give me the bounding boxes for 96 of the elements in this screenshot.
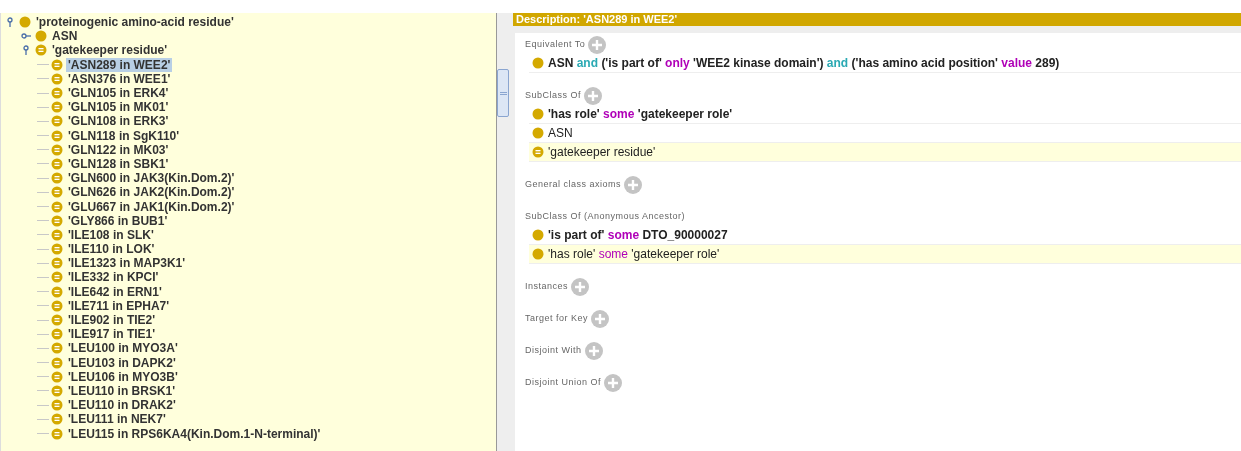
equivalent-class-icon — [51, 58, 63, 71]
expanded-handle-icon[interactable] — [21, 45, 31, 56]
axiom-text: ASN — [548, 125, 573, 142]
tree-item[interactable]: 'ILE917 in TIE1' — [66, 327, 158, 342]
axiom-text: ASN and ('is part of' only 'WEE2 kinase domain') and ('has amino acid position' value 289) — [548, 55, 1060, 72]
tree-item[interactable]: 'GLN105 in ERK4' — [66, 86, 171, 101]
description-header: Description: 'ASN289 in WEE2' — [513, 13, 1241, 26]
tree-item[interactable]: 'LEU115 in RPS6KA4(Kin.Dom.1-N-terminal)' — [66, 426, 323, 441]
section-title: SubClass Of — [525, 89, 582, 103]
tree-item[interactable]: 'GLY866 in BUB1' — [66, 213, 170, 228]
equivalent-class-icon — [51, 285, 63, 298]
tree-item[interactable]: 'LEU110 in DRAK2' — [66, 398, 178, 413]
equivalent-class-icon — [51, 314, 63, 327]
add-button[interactable] — [584, 342, 603, 360]
tree-item[interactable]: 'ASN289 in WEE2' — [66, 57, 173, 72]
tree-item[interactable]: 'gatekeeper residue' — [50, 43, 170, 58]
add-button[interactable] — [588, 36, 607, 54]
section-title: Equivalent To — [525, 38, 586, 52]
tree-item[interactable]: 'GLN626 in JAK2(Kin.Dom.2)' — [66, 185, 237, 200]
equivalent-class-icon — [51, 157, 63, 170]
class-circle-icon — [532, 248, 544, 260]
equivalent-class-icon — [51, 214, 63, 227]
axiom-text: 'gatekeeper residue' — [548, 144, 656, 161]
tree-item[interactable]: 'GLN108 in ERK3' — [66, 114, 171, 129]
tree-item[interactable]: 'ILE110 in LOK' — [66, 242, 157, 257]
section-title: Instances — [525, 280, 569, 294]
tree-item[interactable]: ASN — [50, 29, 80, 44]
add-button[interactable] — [604, 374, 623, 392]
tree-item[interactable]: 'GLN105 in MK01' — [66, 100, 171, 115]
tree-item[interactable]: 'GLN128 in SBK1' — [66, 156, 171, 171]
equivalent-class-icon — [51, 356, 63, 369]
class-circle-icon — [532, 108, 544, 120]
class-circle-icon — [19, 16, 31, 29]
expanded-handle-icon[interactable] — [5, 17, 15, 28]
equivalent-class-icon — [51, 186, 63, 199]
section-title: Disjoint With — [525, 344, 582, 358]
equivalent-class-icon — [51, 399, 63, 412]
tree-item[interactable]: 'ILE642 in ERN1' — [66, 284, 164, 299]
section-title: General class axioms — [525, 178, 622, 192]
tree-item[interactable]: 'ILE332 in KPCI' — [66, 270, 161, 285]
tree-item[interactable]: 'LEU110 in BRSK1' — [66, 383, 178, 398]
equivalent-class-icon — [532, 146, 544, 158]
class-circle-icon — [532, 127, 544, 139]
tree-item[interactable]: 'LEU111 in NEK7' — [66, 412, 168, 427]
add-button[interactable] — [591, 310, 610, 328]
equivalent-class-icon — [51, 427, 63, 440]
axiom-text: 'is part of' some DTO_90000027 — [548, 227, 728, 244]
equivalent-class-icon — [51, 101, 63, 114]
equivalent-class-icon — [51, 200, 63, 213]
equivalent-class-icon — [51, 328, 63, 341]
class-circle-icon — [532, 57, 544, 69]
equivalent-class-icon — [51, 299, 63, 312]
tree-item[interactable]: 'GLN600 in JAK3(Kin.Dom.2)' — [66, 171, 237, 186]
equivalent-class-icon — [51, 228, 63, 241]
equivalent-class-icon — [51, 72, 63, 85]
add-button[interactable] — [584, 87, 603, 105]
tree-item[interactable]: 'GLN122 in MK03' — [66, 142, 171, 157]
equivalent-class-icon — [51, 172, 63, 185]
axiom-row[interactable]: 'gatekeeper residue' — [529, 143, 1241, 162]
equivalent-class-icon — [51, 342, 63, 355]
axiom-row[interactable]: ASN and ('is part of' only 'WEE2 kinase domain') and ('has amino acid position' value 289) — [529, 54, 1241, 73]
axiom-text: 'has role' some 'gatekeeper role' — [548, 106, 733, 123]
tree-item[interactable]: 'proteinogenic amino-acid residue' — [34, 15, 236, 30]
tree-item[interactable]: 'LEU100 in MYO3A' — [66, 341, 180, 356]
axiom-row[interactable]: 'has role' some 'gatekeeper role' — [529, 105, 1241, 124]
equivalent-class-icon — [51, 271, 63, 284]
section-title: Target for Key — [525, 312, 589, 326]
tree-item[interactable]: 'LEU103 in DAPK2' — [66, 355, 178, 370]
equivalent-class-icon — [35, 44, 47, 57]
equivalent-class-icon — [51, 115, 63, 128]
equivalent-class-icon — [51, 257, 63, 270]
equivalent-class-icon — [51, 413, 63, 426]
tree-item[interactable]: 'ILE108 in SLK' — [66, 227, 156, 242]
equivalent-class-icon — [51, 87, 63, 100]
class-circle-icon — [35, 30, 47, 43]
equivalent-class-icon — [51, 243, 63, 256]
tree-item[interactable]: 'ILE902 in TIE2' — [66, 313, 158, 328]
equivalent-class-icon — [51, 370, 63, 383]
scrollbar-thumb[interactable] — [497, 69, 509, 117]
equivalent-class-icon — [51, 384, 63, 397]
section-title: SubClass Of (Anonymous Ancestor) — [525, 210, 686, 224]
tree-item[interactable]: 'ILE1323 in MAP3K1' — [66, 256, 188, 271]
section-title: Disjoint Union Of — [525, 376, 602, 390]
collapsed-handle-icon[interactable] — [21, 31, 31, 42]
equivalent-class-icon — [51, 143, 63, 156]
tree-item[interactable]: 'GLN118 in SgK110' — [66, 128, 182, 143]
equivalent-class-icon — [51, 129, 63, 142]
tree-item[interactable]: 'GLU667 in JAK1(Kin.Dom.2)' — [66, 199, 237, 214]
add-button[interactable] — [624, 176, 643, 194]
axiom-row[interactable]: 'has role' some 'gatekeeper role' — [529, 245, 1241, 264]
add-button[interactable] — [571, 278, 590, 296]
tree-item[interactable]: 'ILE711 in EPHA7' — [66, 298, 172, 313]
class-circle-icon — [532, 229, 544, 241]
tree-item[interactable]: 'ASN376 in WEE1' — [66, 71, 173, 86]
axiom-text: 'has role' some 'gatekeeper role' — [548, 246, 720, 263]
tree-item[interactable]: 'LEU106 in MYO3B' — [66, 369, 180, 384]
